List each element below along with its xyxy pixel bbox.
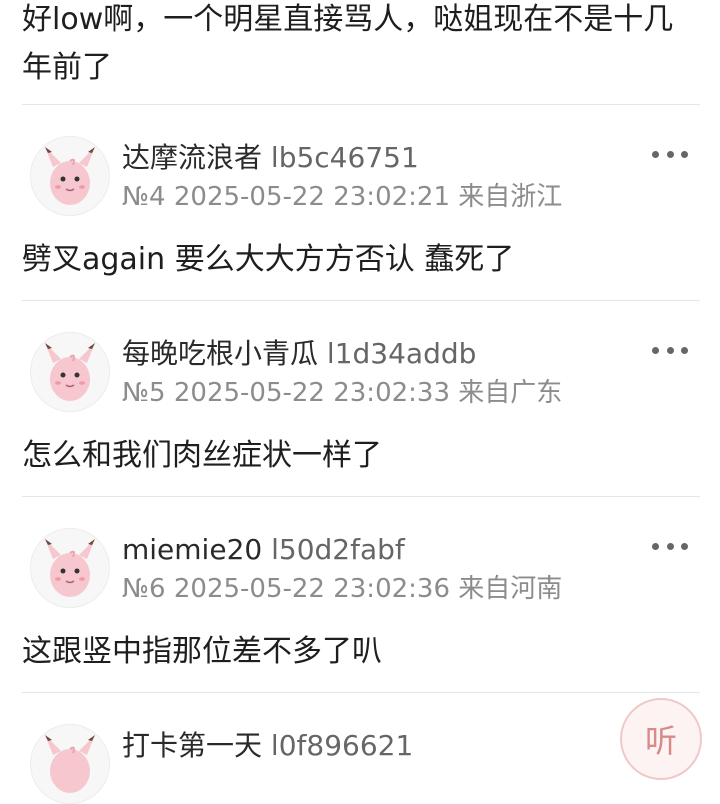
user-id: l50d2fabf (271, 533, 405, 566)
floor-number: №6 (122, 574, 166, 604)
clefairy-avatar-icon (45, 539, 95, 597)
username-text[interactable]: miemie20 (122, 533, 262, 566)
user-id: l1d34addb (326, 337, 477, 370)
user-avatar[interactable] (30, 528, 110, 608)
clefairy-avatar-icon (45, 343, 95, 401)
listen-label: 听 (644, 722, 677, 760)
user-avatar[interactable] (30, 332, 110, 412)
comment-text: 劈叉again 要么大大方方否认 蠢死了 (22, 242, 515, 277)
post-location: 来自广东 (458, 378, 563, 408)
post-datetime: 2025-05-22 23:02:33 (173, 378, 450, 408)
post-datetime: 2025-05-22 23:02:21 (173, 182, 450, 212)
comment-text: 这跟竖中指那位差不多了叭 (22, 634, 382, 669)
divider (22, 692, 700, 693)
divider (22, 496, 700, 497)
more-options-icon[interactable] (652, 147, 688, 161)
divider (22, 104, 700, 105)
username-text[interactable]: 打卡第一天 (122, 729, 262, 762)
username-text[interactable]: 每晚吃根小青瓜 (122, 337, 318, 370)
user-id: l0f896621 (270, 729, 414, 762)
comment-text-top: 好low啊，一个明星直接骂人，哒姐现在不是十几年前了 (22, 2, 674, 85)
post-meta: №5 2025-05-22 23:02:33 来自广东 (122, 377, 562, 409)
comment-text: 怎么和我们肉丝症状一样了 (22, 438, 382, 473)
username[interactable]: miemie20 l50d2fabf (122, 533, 405, 567)
user-avatar[interactable] (30, 136, 110, 216)
username[interactable]: 达摩流浪者 lb5c46751 (122, 141, 419, 175)
post-meta: №4 2025-05-22 23:02:21 来自浙江 (122, 181, 562, 213)
post-location: 来自河南 (458, 574, 563, 604)
more-options-icon[interactable] (652, 343, 688, 357)
clefairy-avatar-icon (45, 147, 95, 205)
username[interactable]: 每晚吃根小青瓜 l1d34addb (122, 337, 476, 371)
floor-number: №4 (122, 182, 166, 212)
more-options-icon[interactable] (652, 539, 688, 553)
divider (22, 300, 700, 301)
user-id: lb5c46751 (270, 141, 419, 174)
clefairy-avatar-icon (45, 735, 95, 793)
listen-button[interactable]: 听 (620, 698, 702, 780)
post-meta: №6 2025-05-22 23:02:36 来自河南 (122, 573, 562, 605)
post-location: 来自浙江 (458, 182, 563, 212)
post-datetime: 2025-05-22 23:02:36 (173, 574, 450, 604)
username-text[interactable]: 达摩流浪者 (122, 141, 262, 174)
floor-number: №5 (122, 378, 166, 408)
user-avatar[interactable] (30, 724, 110, 804)
